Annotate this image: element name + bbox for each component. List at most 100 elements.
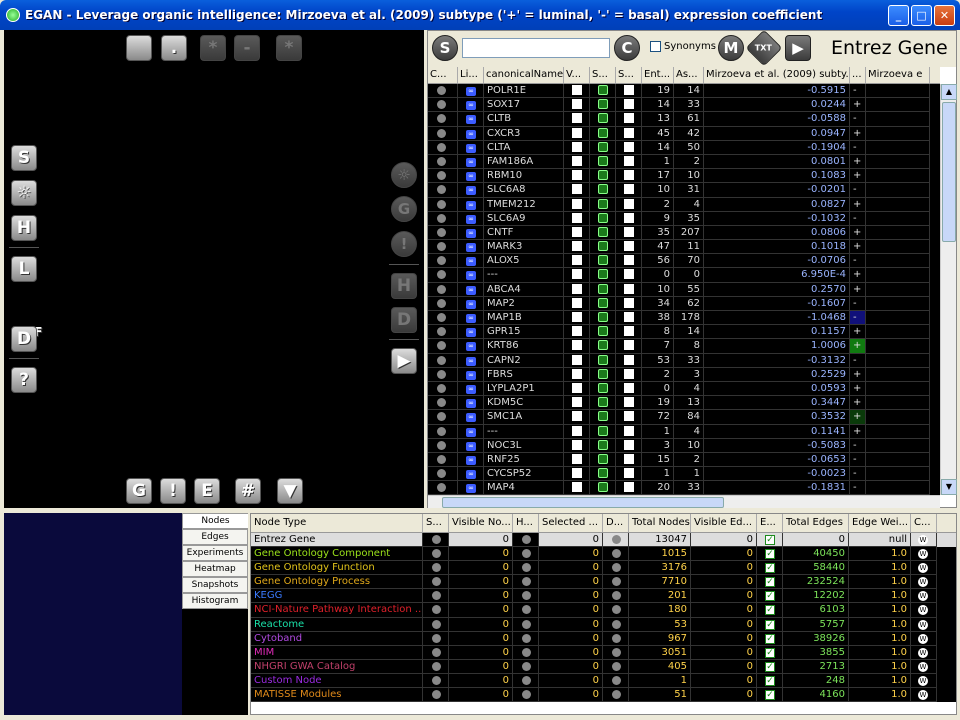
txt-button[interactable]: TXT [745,29,783,67]
star-button-1[interactable]: * [200,35,226,61]
table-row[interactable]: Cytoband 0 0 967 0 ✓ 38926 1.0 W [251,631,956,646]
show-toggle[interactable] [423,561,449,576]
d-button[interactable]: D [11,326,37,352]
checkbox-icon[interactable] [624,212,634,223]
color-cell[interactable] [428,481,458,495]
color-cell[interactable] [428,339,458,354]
hide-toggle[interactable] [513,575,539,590]
link-cell[interactable]: ∞ [458,424,484,439]
column-header[interactable]: C... [911,514,937,532]
link-cell[interactable]: ∞ [458,452,484,468]
color-cell[interactable] [428,467,458,482]
color-cell[interactable] [428,396,458,411]
column-header[interactable]: Total Edges [783,514,849,532]
tab-edges[interactable]: Edges [182,529,248,545]
scroll-thumb[interactable] [942,102,956,242]
status-cell[interactable] [590,410,616,425]
edges-checkbox[interactable]: ✓ [757,561,783,576]
checkbox-icon[interactable] [624,453,634,464]
checkbox-icon[interactable] [624,141,634,152]
table-row[interactable]: Gene Ontology Process 0 0 7710 0 ✓ 232524 1.0 W [251,575,956,590]
check-icon[interactable]: ✓ [765,661,775,672]
checkbox-icon[interactable] [624,226,634,237]
checkbox-icon[interactable] [624,269,634,280]
gene-table[interactable]: C... Li... canonicalName V... S... S... … [428,67,940,495]
scroll-down-icon[interactable]: ▼ [941,479,957,495]
checkbox-icon[interactable] [572,340,582,351]
checkbox-icon[interactable] [572,453,582,464]
checkbox-icon[interactable] [624,85,634,95]
show-toggle[interactable] [423,617,449,632]
select-all-button[interactable] [126,35,152,61]
checkbox-icon[interactable] [624,439,634,450]
delete-toggle[interactable] [603,688,629,703]
gear-icon[interactable]: ☼ [11,180,37,206]
delete-toggle[interactable] [603,673,629,689]
visible-checkbox[interactable] [564,353,590,368]
select-checkbox[interactable] [616,126,642,141]
checkbox-icon[interactable] [572,85,582,95]
table-row[interactable]: ∞ SLC6A8 10 31 -0.0201- [428,183,940,198]
horizontal-scrollbar[interactable] [428,495,940,508]
checkbox-icon[interactable] [624,482,634,493]
link-cell[interactable]: ∞ [458,296,484,311]
warning-button-bottom[interactable]: ! [160,478,186,504]
checkbox-icon[interactable] [624,241,634,252]
checkbox-icon[interactable] [624,283,634,294]
checkbox-icon[interactable] [624,368,634,379]
hide-toggle[interactable] [513,533,539,548]
checkbox-icon[interactable] [572,368,582,379]
column-header[interactable]: Edge Wei... [849,514,911,532]
table-row[interactable]: ∞ MAP1B 38 178 -1.0468- [428,311,940,326]
checkbox-icon[interactable] [572,127,582,138]
color-cell[interactable]: W [911,561,937,576]
link-cell[interactable]: ∞ [458,197,484,212]
column-header[interactable]: Ent... [642,67,674,83]
show-toggle[interactable] [423,547,449,562]
column-header[interactable]: Li... [458,67,484,83]
checkbox-icon[interactable] [572,226,582,237]
link-cell[interactable]: ∞ [458,169,484,184]
select-checkbox[interactable] [616,438,642,453]
color-cell[interactable] [428,353,458,368]
visible-checkbox[interactable] [564,268,590,283]
link-cell[interactable]: ∞ [458,410,484,425]
checkbox-icon[interactable] [624,468,634,479]
status-cell[interactable] [590,367,616,382]
visible-checkbox[interactable] [564,154,590,170]
delete-toggle[interactable] [603,603,629,618]
hash-button[interactable]: # [235,478,261,504]
checkbox-icon[interactable] [624,127,634,138]
status-cell[interactable] [590,268,616,283]
table-row[interactable]: ∞ SOX17 14 33 0.0244 + [428,98,940,113]
select-checkbox[interactable] [616,367,642,382]
visible-checkbox[interactable] [564,410,590,425]
color-cell[interactable] [428,438,458,453]
visible-checkbox[interactable] [564,211,590,226]
color-cell[interactable] [428,452,458,468]
hide-toggle[interactable] [513,561,539,576]
checkbox-icon[interactable] [624,411,634,422]
checkbox-icon[interactable] [572,326,582,337]
status-cell[interactable] [590,296,616,311]
color-cell[interactable]: W [911,547,937,562]
hide-toggle[interactable] [513,688,539,703]
star-button-2[interactable]: * [276,35,302,61]
table-row[interactable]: Reactome 0 0 53 0 ✓ 5757 1.0 W [251,617,956,632]
column-header[interactable]: As... [674,67,704,83]
checkbox-icon[interactable] [624,255,634,266]
checkbox-icon[interactable] [572,170,582,181]
edges-checkbox[interactable]: ✓ [757,617,783,632]
visible-checkbox[interactable] [564,197,590,212]
color-cell[interactable]: W [911,533,937,548]
network-canvas[interactable]: . * - * S ☼ H L PDF D ? ☼ G ! H D ▶ G ! … [4,30,424,508]
column-header[interactable]: Total Nodes [629,514,691,532]
link-cell[interactable]: ∞ [458,112,484,127]
checkbox-icon[interactable] [624,198,634,209]
color-cell[interactable]: W [911,589,937,604]
link-cell[interactable]: ∞ [458,396,484,411]
checkbox-icon[interactable] [572,283,582,294]
show-toggle[interactable] [423,645,449,660]
hide-toggle[interactable] [513,603,539,618]
column-header[interactable]: V... [564,67,590,83]
